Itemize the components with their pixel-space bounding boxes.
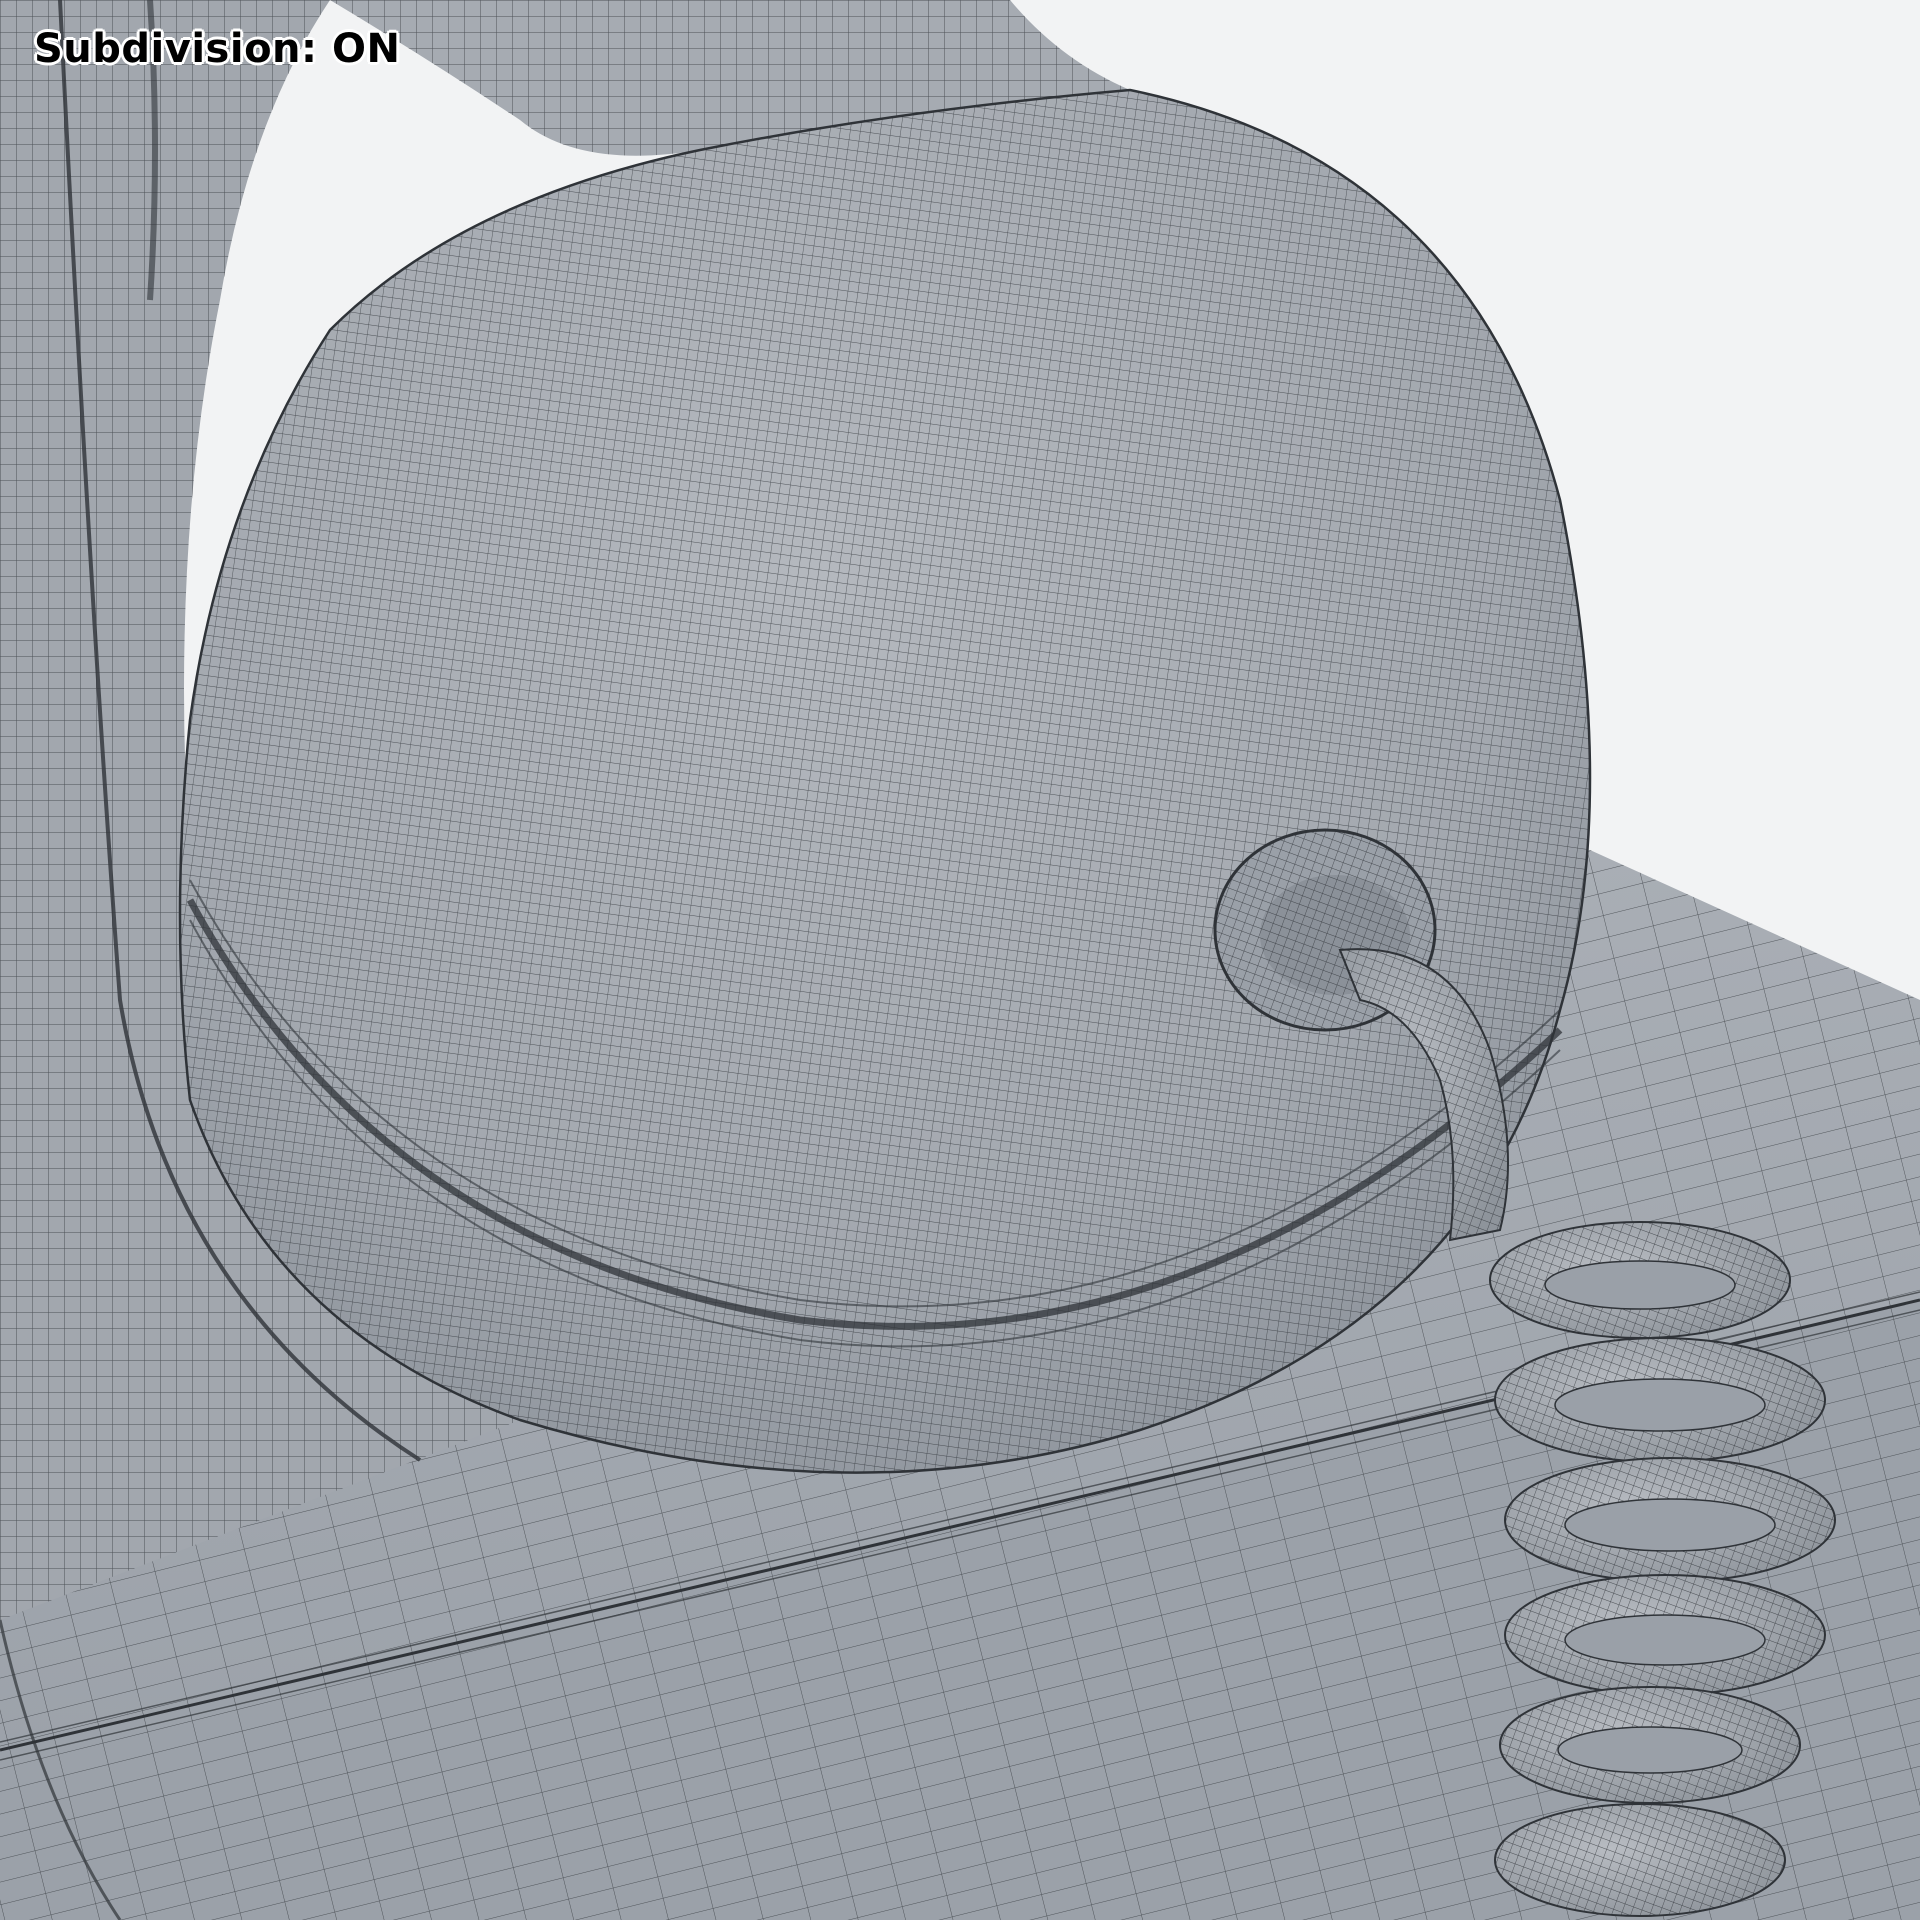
coil-loop [1489, 1221, 1791, 1339]
coil-loop [1494, 1337, 1826, 1463]
handset-dome [178, 88, 1592, 1474]
subdivision-status-label: Subdivision: ON [34, 26, 401, 72]
coil-loop [1504, 1457, 1836, 1583]
wireframe-render [0, 0, 1920, 1920]
3d-viewport[interactable]: Subdivision: ON [0, 0, 1920, 1920]
coil-loop [1504, 1574, 1826, 1696]
coil-loop [1494, 1803, 1786, 1917]
coil-loop [1499, 1686, 1801, 1804]
